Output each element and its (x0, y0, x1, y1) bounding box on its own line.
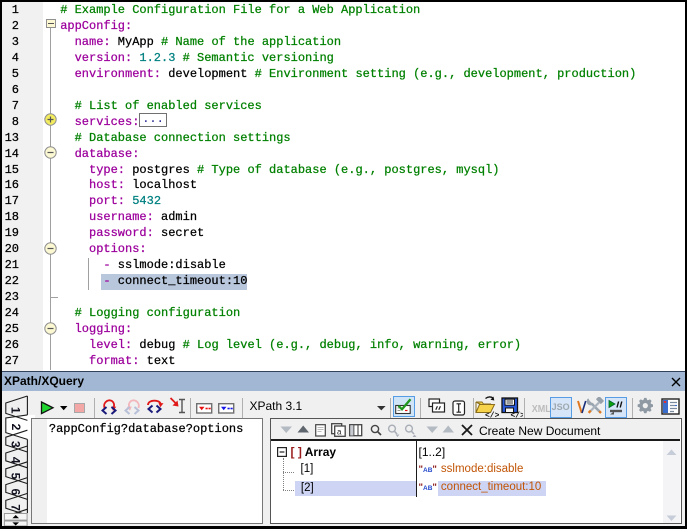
svg-text:7: 7 (8, 504, 22, 511)
svg-text:2: 2 (9, 424, 23, 431)
svg-text:3: 3 (8, 441, 22, 448)
svg-text:1: 1 (8, 407, 22, 414)
svg-text:6: 6 (8, 488, 22, 495)
svg-text:a: a (337, 428, 342, 437)
svg-text:</>: </> (510, 411, 523, 418)
svg-text:5: 5 (8, 473, 22, 480)
svg-text:4: 4 (8, 457, 22, 464)
